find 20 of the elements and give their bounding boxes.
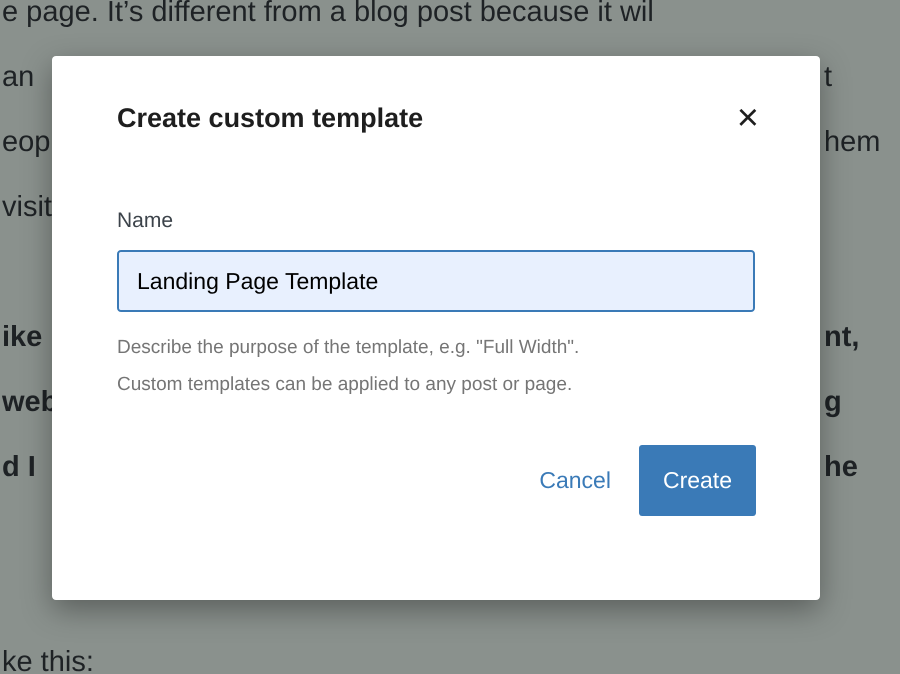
help-text: Custom templates can be applied to any post or page. bbox=[117, 372, 574, 396]
article-text: visit bbox=[2, 190, 52, 225]
field-label: Name bbox=[117, 208, 174, 234]
article-text: g bbox=[824, 384, 842, 420]
article-text: ke this: bbox=[2, 644, 94, 674]
article-text: hem bbox=[824, 124, 880, 160]
dialog-title: Create custom template bbox=[117, 102, 424, 135]
create-button[interactable]: Create bbox=[638, 445, 756, 516]
article-text: d I bbox=[2, 450, 36, 485]
close-button[interactable]: × bbox=[736, 99, 759, 138]
article-text: an bbox=[2, 60, 34, 95]
help-text: Describe the purpose of the template, e.g. "Full Width". bbox=[117, 336, 580, 360]
article-text: e page. It’s different from a blog post because it wil bbox=[2, 0, 654, 30]
article-text: ike bbox=[2, 320, 42, 355]
article-text: nt, bbox=[824, 320, 860, 355]
article-text: t bbox=[824, 60, 832, 95]
article-text: he bbox=[824, 450, 858, 485]
article-text: eop bbox=[2, 124, 50, 160]
cancel-link[interactable]: Cancel bbox=[539, 463, 611, 498]
name-input-field[interactable]: Landing Page Template bbox=[117, 250, 755, 312]
